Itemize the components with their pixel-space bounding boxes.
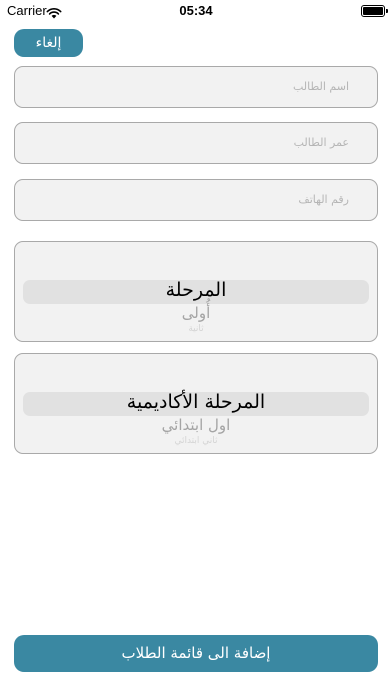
academic-stage-picker-option[interactable]: ثاني ابتدائي — [15, 436, 377, 446]
academic-stage-picker-option[interactable]: اول ابتدائي — [15, 416, 377, 434]
phone-number-placeholder: رقم الهاتف — [298, 193, 349, 206]
academic-stage-picker[interactable]: المرحلة الأكاديمية اول ابتدائي ثاني ابتد… — [14, 353, 378, 454]
stage-picker-option[interactable]: أُولى — [15, 304, 377, 322]
stage-picker-option[interactable]: ثانية — [15, 324, 377, 334]
phone-number-field[interactable]: رقم الهاتف — [14, 179, 378, 221]
student-name-field[interactable]: اسم الطالب — [14, 66, 378, 108]
stage-picker-selected[interactable]: المرحلة — [15, 279, 377, 301]
battery-icon — [361, 5, 388, 17]
academic-stage-picker-selected[interactable]: المرحلة الأكاديمية — [15, 391, 377, 413]
add-to-student-list-button[interactable]: إضافة الى قائمة الطلاب — [14, 635, 378, 672]
cancel-button[interactable]: إلغاء — [14, 29, 83, 57]
status-bar: Carrier 05:34 — [0, 0, 392, 22]
student-age-field[interactable]: عمر الطالب — [14, 122, 378, 164]
stage-picker[interactable]: المرحلة أُولى ثانية — [14, 241, 378, 342]
student-name-placeholder: اسم الطالب — [292, 80, 349, 93]
clock: 05:34 — [179, 3, 213, 18]
student-age-placeholder: عمر الطالب — [293, 136, 349, 149]
